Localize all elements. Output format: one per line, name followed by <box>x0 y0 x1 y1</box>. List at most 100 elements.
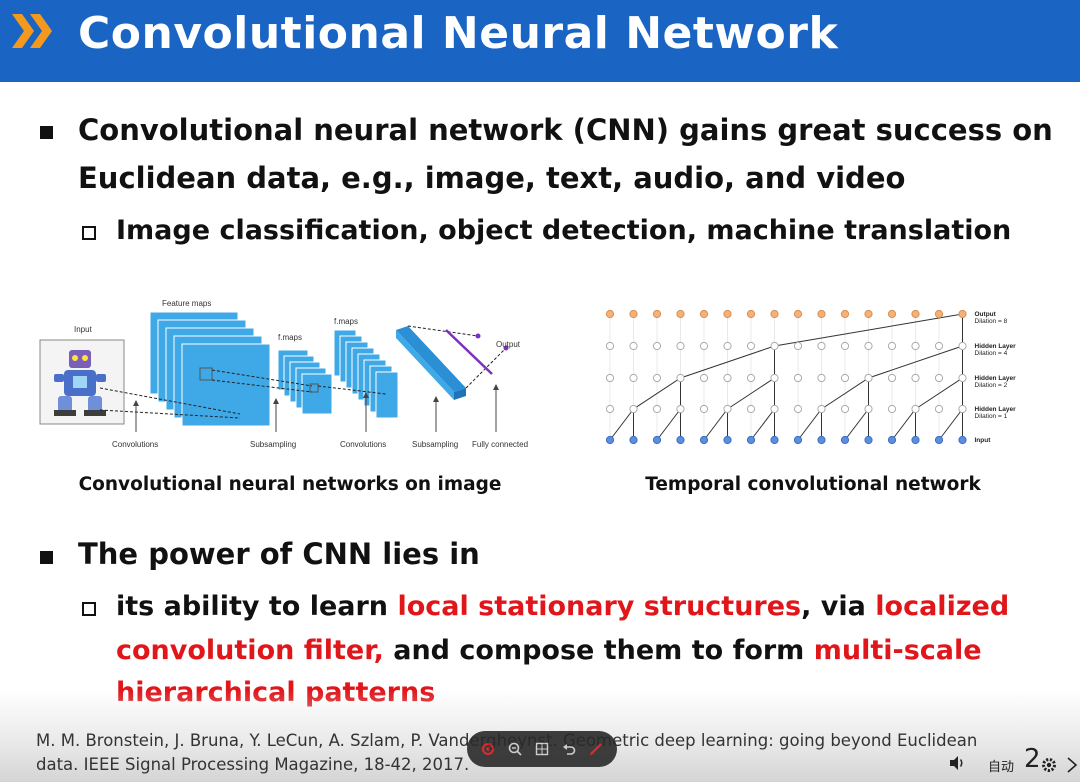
tcn-edge <box>938 408 963 441</box>
bullet1-line2: Euclidean data, e.g., image, text, audio… <box>78 161 906 195</box>
tcn-edge <box>891 408 916 441</box>
tcn-input-node <box>911 435 920 445</box>
tcn-hidden-node <box>840 341 850 351</box>
tcn-input-node <box>652 435 662 445</box>
tcn-layer-label: Hidden Layer <box>975 343 1017 350</box>
label-subsampling-2: Subsampling <box>412 440 458 449</box>
zoom-out-icon[interactable] <box>505 739 525 759</box>
tcn-edge <box>656 408 681 441</box>
tcn-hidden-node <box>864 341 873 351</box>
sub-bullet-square <box>82 602 96 616</box>
tcn-dilation-label: Dilation = 2 <box>975 382 1008 389</box>
tcn-input-node <box>817 435 826 445</box>
tcn-output-node <box>887 309 897 319</box>
tcn-hidden-node <box>817 404 826 414</box>
tcn-hidden-node <box>770 341 779 351</box>
title-bar: Convolutional Neural Network <box>0 0 1080 82</box>
tcn-output-node <box>746 309 756 319</box>
auto-quality-label[interactable]: 自动 <box>988 756 1014 775</box>
fullscreen-icon[interactable] <box>1066 756 1080 778</box>
tcn-hidden-node <box>840 373 850 383</box>
undo-icon[interactable] <box>559 739 579 759</box>
double-chevron-icon <box>12 14 52 48</box>
tcn-hidden-node <box>958 341 967 351</box>
tcn-input-node <box>629 435 638 445</box>
settings-gear-icon[interactable] <box>1040 756 1058 778</box>
tcn-hidden-node <box>629 373 638 383</box>
tcn-hidden-node <box>934 341 944 351</box>
tcn-edge <box>703 408 728 441</box>
tcn-output-node <box>793 309 803 319</box>
tcn-hidden-node <box>911 373 920 383</box>
tcn-hidden-node <box>746 373 756 383</box>
label-fmaps-1: f.maps <box>278 333 302 342</box>
pointer-icon[interactable] <box>478 739 498 759</box>
cnn-image-diagram: Input Feature maps f.maps f.maps Output … <box>39 299 528 449</box>
bullet-square <box>40 126 53 139</box>
tcn-layer-label: Hidden Layer <box>975 375 1017 382</box>
tcn-diagram: OutputDilation = 8Hidden LayerDilation =… <box>605 309 1017 445</box>
tcn-output-node <box>723 309 732 319</box>
volume-icon[interactable] <box>948 754 966 776</box>
label-convolutions-2: Convolutions <box>340 440 386 449</box>
tcn-input-node <box>723 435 732 445</box>
tcn-hidden-node <box>817 373 826 383</box>
tcn-hidden-node <box>934 373 944 383</box>
tcn-hidden-node <box>887 404 897 414</box>
tcn-output-node <box>817 309 826 319</box>
tcn-edge <box>609 408 634 441</box>
label-convolutions-1: Convolutions <box>112 440 158 449</box>
bullet2-line1: its ability to learn local stationary st… <box>116 591 1010 622</box>
tcn-hidden-node <box>676 341 685 351</box>
tcn-input-node <box>958 435 967 445</box>
tcn-input-node <box>605 435 615 445</box>
tcn-hidden-node <box>676 404 685 414</box>
page-number: 2 <box>1024 744 1041 774</box>
tcn-hidden-node <box>958 373 967 383</box>
tcn-hidden-node <box>887 373 897 383</box>
tcn-dilation-label: Dilation = 8 <box>975 318 1008 325</box>
tcn-layer-label: Input <box>975 437 992 444</box>
label-subsampling-1: Subsampling <box>250 440 296 449</box>
pen-icon[interactable] <box>586 739 606 759</box>
tcn-hidden-node <box>723 404 732 414</box>
annotation-toolbar <box>467 731 617 767</box>
grid-icon[interactable] <box>532 739 552 759</box>
tcn-hidden-node <box>699 373 709 383</box>
label-fmaps-2: f.maps <box>334 317 358 326</box>
tcn-dilation-label: Dilation = 1 <box>975 413 1008 420</box>
tcn-hidden-node <box>840 404 850 414</box>
label-feature-maps: Feature maps <box>162 299 211 308</box>
tcn-output-node <box>652 309 662 319</box>
slide-title: Convolutional Neural Network <box>78 8 839 59</box>
tcn-dilation-label: Dilation = 4 <box>975 350 1008 357</box>
tcn-output-node <box>699 309 709 319</box>
tcn-hidden-node <box>911 404 920 414</box>
label-output: Output <box>496 340 521 349</box>
tcn-hidden-node <box>793 373 803 383</box>
tcn-input-node <box>887 435 897 445</box>
tcn-hidden-node <box>605 341 615 351</box>
tcn-hidden-node <box>723 341 732 351</box>
tcn-hidden-node <box>958 404 967 414</box>
tcn-hidden-node <box>864 373 873 383</box>
caption-tcn: Temporal convolutional network <box>645 474 981 495</box>
tcn-input-node <box>793 435 803 445</box>
tcn-input-node <box>840 435 850 445</box>
tcn-hidden-node <box>793 341 803 351</box>
tcn-input-node <box>934 435 944 445</box>
tcn-hidden-node <box>911 341 920 351</box>
tcn-output-node <box>934 309 944 319</box>
tcn-hidden-node <box>699 404 709 414</box>
tcn-hidden-node <box>887 341 897 351</box>
tcn-output-node <box>629 309 638 319</box>
caption-cnn-image: Convolutional neural networks on image <box>78 474 502 495</box>
bullet-square <box>40 551 53 564</box>
tcn-hidden-node <box>817 341 826 351</box>
tcn-hidden-node <box>770 373 779 383</box>
bullet1-sub: Image classification, object detection, … <box>116 215 1012 246</box>
tcn-hidden-node <box>746 341 756 351</box>
tcn-layer-label: Output <box>975 311 997 318</box>
tcn-input-node <box>699 435 709 445</box>
tcn-edge <box>750 408 775 441</box>
